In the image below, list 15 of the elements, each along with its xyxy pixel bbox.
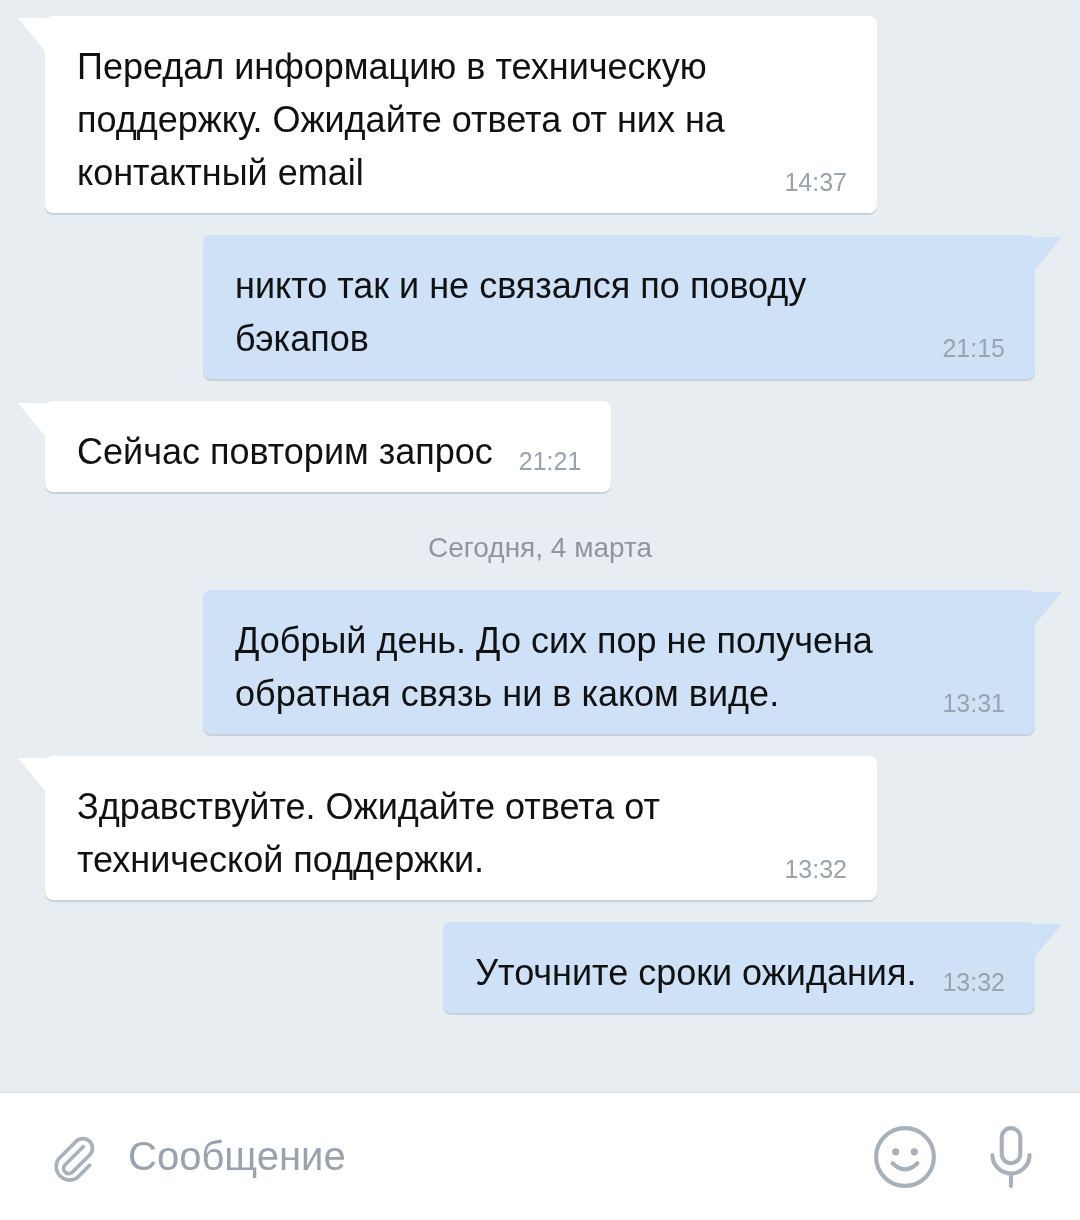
date-separator: Сегодня, 4 марта [427,532,653,564]
message-text: Здравствуйте. Ожидайте ответа от технической поддержки. [77,785,662,882]
smiley-icon[interactable] [872,1123,938,1190]
message-time: 21:15 [942,334,1005,364]
message-text: Сейчас повторим запрос [77,430,493,474]
message-time: 13:32 [942,968,1005,998]
message-time: 13:31 [942,689,1005,719]
message-text: Уточните сроки ожидания. [475,951,917,995]
message-input[interactable]: Сообщение [126,1133,844,1180]
message-time: 14:37 [784,168,847,198]
message-time: 13:32 [784,855,847,885]
message-time: 21:21 [518,447,582,477]
message-text: Передал информацию в техническую поддержку. Ожидайте ответа от них на контактный email [77,45,726,195]
message-text: никто так и не связался по поводу бэкапов [235,264,808,361]
message-text: Добрый день. До сих пор не получена обратная связь ни в каком виде. [235,619,874,716]
